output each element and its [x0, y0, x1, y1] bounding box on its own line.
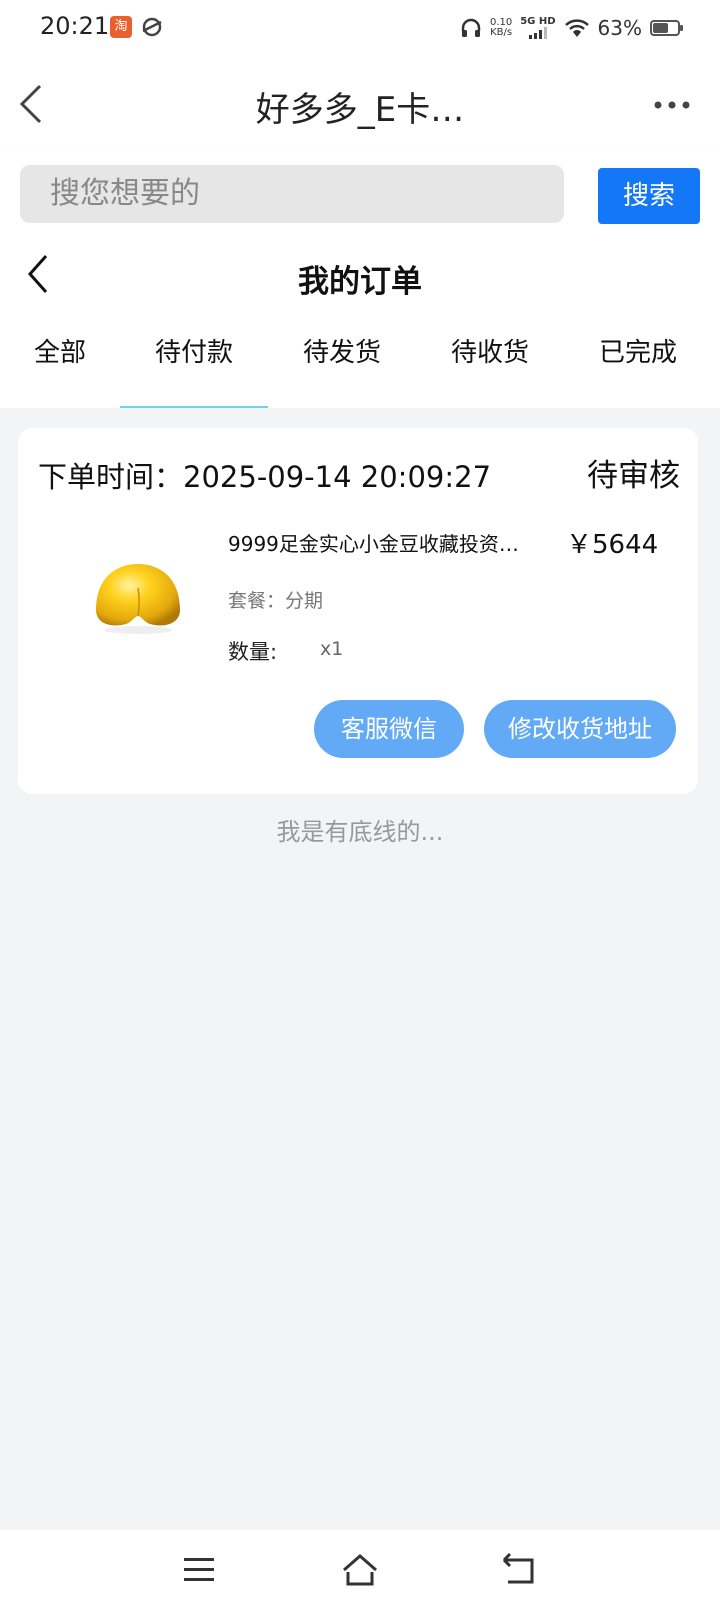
wifi-icon [564, 19, 589, 37]
package-label: 套餐： [228, 590, 286, 612]
order-time: 下单时间：2025-09-14 20:09:27 [38, 454, 491, 496]
tab-pending-payment[interactable]: 待付款 [120, 320, 268, 408]
tab-label: 待收货 [450, 338, 529, 368]
change-address-button[interactable]: 修改收货地址 [484, 700, 676, 758]
quantity-value: x1 [320, 638, 344, 660]
order-header: 我的订单 全部 待付款 待发货 待收货 已完成 [0, 240, 720, 408]
status-time: 20:21 [40, 12, 110, 40]
order-tabs: 全部 待付款 待发货 待收货 已完成 [0, 320, 720, 408]
product-name[interactable]: 9999足金实心小金豆收藏投资… [228, 528, 543, 557]
tab-label: 待付款 [154, 338, 233, 368]
search-button[interactable]: 搜索 [598, 168, 700, 224]
tab-pending-receipt[interactable]: 待收货 [416, 320, 564, 408]
network-indicator: 5G HD [520, 16, 556, 39]
tab-pending-shipment[interactable]: 待发货 [268, 320, 416, 408]
back-arrow-icon[interactable] [16, 82, 56, 126]
quantity-label: 数量: [228, 640, 278, 664]
more-options-icon[interactable] [652, 90, 692, 120]
order-status: 待审核 [587, 458, 680, 494]
battery-percent: 63% [597, 16, 642, 40]
taobao-app-icon: 淘 [110, 16, 132, 38]
speed-unit: KB/s [490, 27, 513, 38]
battery-fill [653, 23, 668, 33]
planet-icon [142, 17, 162, 37]
gold-bean-image[interactable] [88, 558, 188, 638]
package-info: 套餐：分期 [228, 586, 323, 613]
tab-label: 已完成 [598, 338, 677, 368]
network-type: 5G HD [520, 16, 556, 27]
tab-label: 全部 [33, 338, 86, 368]
package-value: 分期 [285, 590, 324, 612]
page-title: 我的订单 [298, 264, 422, 300]
home-icon[interactable] [340, 1550, 380, 1590]
order-time-value: 2025-09-14 20:09:27 [183, 460, 492, 494]
window-title: 好多多_E卡… [255, 90, 465, 130]
tab-completed[interactable]: 已完成 [564, 320, 712, 408]
system-nav-bar [0, 1530, 720, 1612]
back-nav-icon[interactable] [500, 1550, 540, 1590]
product-price: ￥5644 [566, 530, 659, 560]
title-bar: 好多多_E卡… [0, 56, 720, 152]
tab-label: 待发货 [302, 338, 381, 368]
order-time-label: 下单时间： [38, 460, 184, 494]
search-bar: 搜您想要的 搜索 [0, 152, 720, 240]
headphones-icon [461, 18, 481, 37]
status-bar: 20:21 淘 0.10 KB/s 5G HD 63% [0, 0, 720, 56]
customer-service-wechat-button[interactable]: 客服微信 [314, 700, 464, 758]
signal-icon [528, 27, 547, 39]
active-tab-indicator [120, 406, 268, 408]
network-speed: 0.10 KB/s [490, 18, 512, 38]
tab-all[interactable]: 全部 [0, 320, 134, 408]
battery-icon [650, 20, 683, 36]
search-input[interactable]: 搜您想要的 [20, 165, 564, 223]
end-of-list-text: 我是有底线的... [276, 818, 444, 846]
order-card[interactable]: 下单时间：2025-09-14 20:09:27 待审核 9999足金实心小金豆… [18, 428, 698, 794]
menu-icon[interactable] [180, 1550, 220, 1590]
